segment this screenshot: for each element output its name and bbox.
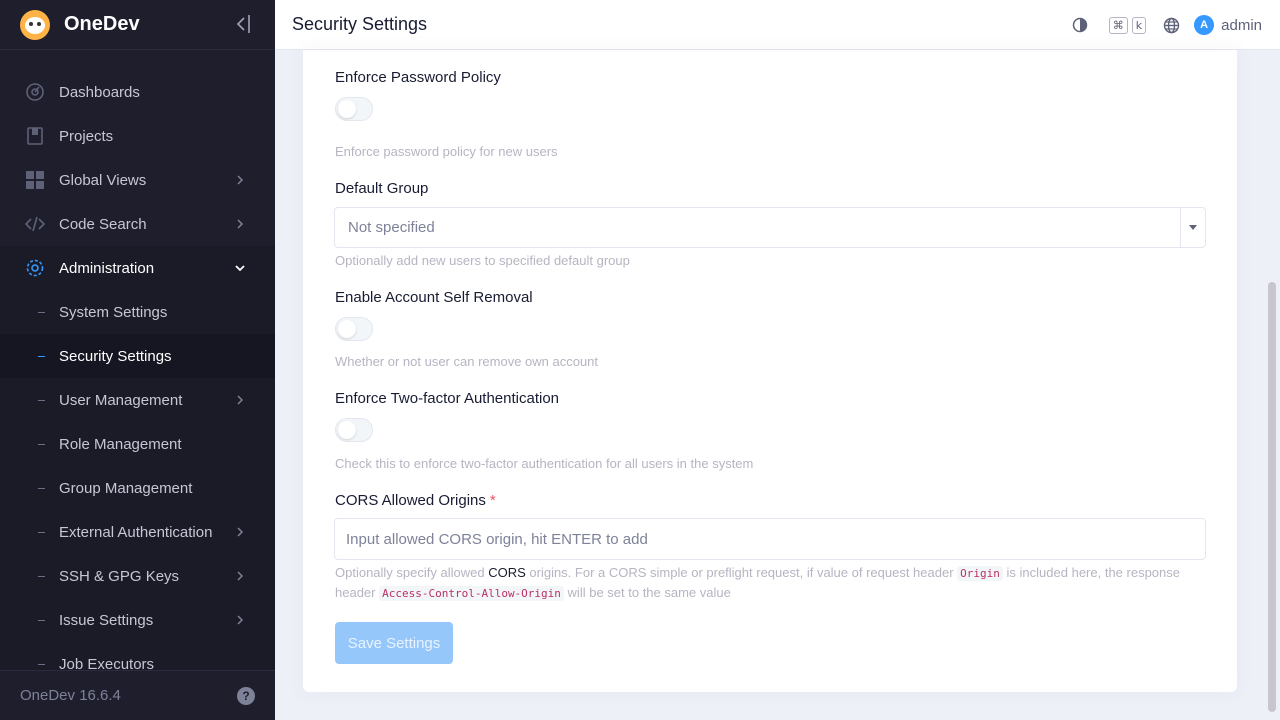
- two-factor-label: Enforce Two-factor Authentication: [335, 390, 560, 407]
- sidebar-item-label: Issue Settings: [59, 611, 154, 629]
- sidebar: OneDev Dashboards Projects Global Views: [0, 0, 275, 720]
- cors-help-highlight: CORS: [488, 565, 526, 580]
- sidebar-item-label: SSH & GPG Keys: [59, 567, 180, 585]
- grid-icon: [25, 170, 45, 190]
- sidebar-item-group-management[interactable]: Group Management: [0, 466, 275, 510]
- top-actions: ⌘ k A admin: [1055, 0, 1262, 50]
- topbar: Security Settings ⌘ k A admin: [275, 0, 1280, 50]
- help-icon[interactable]: ?: [237, 687, 255, 705]
- two-factor-help: Check this to enforce two-factor authent…: [335, 456, 754, 471]
- scrollbar-thumb[interactable]: [1268, 282, 1276, 712]
- sidebar-item-security-settings[interactable]: Security Settings: [0, 334, 275, 378]
- sidebar-item-global-views[interactable]: Global Views: [0, 158, 275, 202]
- kbd-k: k: [1131, 16, 1147, 34]
- default-group-help: Optionally add new users to specified de…: [335, 253, 630, 268]
- sidebar-item-label: Dashboards: [59, 83, 140, 101]
- chevron-right-icon: [233, 613, 247, 627]
- brand-name: OneDev: [64, 13, 140, 35]
- sidebar-item-projects[interactable]: Projects: [0, 114, 275, 158]
- chevron-down-icon: [233, 261, 247, 275]
- avatar[interactable]: A: [1194, 15, 1215, 35]
- sidebar-item-system-settings[interactable]: System Settings: [0, 290, 275, 334]
- chevron-right-icon: [233, 393, 247, 407]
- cors-help-text: will be set to the same value: [567, 584, 731, 600]
- sidebar-item-administration[interactable]: Administration: [0, 246, 275, 290]
- sidebar-item-label: Role Management: [59, 435, 182, 453]
- dashboard-icon: [25, 82, 45, 102]
- sidebar-item-label: Global Views: [59, 171, 147, 189]
- scrollbar[interactable]: [1265, 50, 1280, 720]
- password-policy-label: Enforce Password Policy: [335, 69, 501, 86]
- chevron-right-icon: [233, 173, 247, 187]
- version-label: OneDev 16.6.4: [20, 687, 121, 704]
- chevron-down-icon[interactable]: [1180, 208, 1205, 247]
- sidebar-item-dashboards[interactable]: Dashboards: [0, 70, 275, 114]
- self-removal-toggle[interactable]: [335, 317, 373, 341]
- globe-icon[interactable]: [1162, 16, 1180, 34]
- sidebar-item-label: Projects: [59, 127, 114, 145]
- onedev-logo-icon: [20, 9, 50, 40]
- user-name[interactable]: admin: [1221, 17, 1262, 34]
- sidebar-item-role-management[interactable]: Role Management: [0, 422, 275, 466]
- acao-header-code: Access-Control-Allow-Origin: [379, 585, 564, 601]
- chevron-right-icon: [233, 525, 247, 539]
- default-group-label: Default Group: [335, 180, 429, 197]
- cors-help: Optionally specify allowed CORS origins.…: [335, 564, 1205, 603]
- administration-submenu: System Settings Security Settings User M…: [0, 290, 275, 686]
- sidebar-item-label: Code Search: [59, 215, 147, 233]
- default-group-value: Not specified: [348, 219, 435, 236]
- cors-label-text: CORS Allowed Origins: [335, 492, 486, 509]
- save-settings-button[interactable]: Save Settings: [335, 622, 453, 664]
- sidebar-footer: OneDev 16.6.4 ?: [0, 670, 275, 720]
- two-factor-toggle[interactable]: [335, 418, 373, 442]
- sidebar-item-issue-settings[interactable]: Issue Settings: [0, 598, 275, 642]
- theme-toggle-icon[interactable]: [1071, 16, 1089, 34]
- cors-label: CORS Allowed Origins *: [335, 492, 496, 509]
- sidebar-item-ssh-gpg-keys[interactable]: SSH & GPG Keys: [0, 554, 275, 598]
- sidebar-item-code-search[interactable]: Code Search: [0, 202, 275, 246]
- self-removal-help: Whether or not user can remove own accou…: [335, 354, 599, 369]
- required-mark: *: [489, 492, 496, 509]
- sidebar-item-external-authentication[interactable]: External Authentication: [0, 510, 275, 554]
- page-title: Security Settings: [292, 14, 428, 34]
- sidebar-menu: Dashboards Projects Global Views Code Se…: [0, 70, 275, 686]
- sidebar-item-user-management[interactable]: User Management: [0, 378, 275, 422]
- kbd-cmd: ⌘: [1108, 16, 1128, 34]
- origin-code: Origin: [957, 566, 1003, 581]
- cors-origin-input[interactable]: [334, 518, 1206, 560]
- gear-icon: [25, 258, 45, 278]
- sidebar-item-label: User Management: [59, 391, 183, 409]
- sidebar-item-label: Security Settings: [59, 347, 172, 365]
- default-group-select[interactable]: Not specified: [334, 207, 1206, 248]
- sidebar-item-label: External Authentication: [59, 523, 213, 541]
- cors-help-text: Optionally specify allowed: [335, 565, 485, 580]
- self-removal-label: Enable Account Self Removal: [335, 289, 533, 306]
- collapse-sidebar-icon[interactable]: [234, 12, 254, 36]
- chevron-right-icon: [233, 569, 247, 583]
- cors-help-text: origins. For a CORS simple or preflight …: [529, 565, 954, 580]
- sidebar-item-label: Administration: [59, 259, 155, 277]
- settings-card: Enforce Password Policy Enforce password…: [303, 50, 1237, 692]
- password-policy-help: Enforce password policy for new users: [335, 144, 558, 159]
- password-policy-toggle[interactable]: [335, 97, 373, 121]
- command-palette-shortcut[interactable]: ⌘ k: [1105, 16, 1147, 34]
- sidebar-item-label: System Settings: [59, 303, 168, 321]
- projects-icon: [25, 126, 45, 146]
- sidebar-item-label: Group Management: [59, 479, 193, 497]
- chevron-right-icon: [233, 217, 247, 231]
- code-icon: [25, 214, 45, 234]
